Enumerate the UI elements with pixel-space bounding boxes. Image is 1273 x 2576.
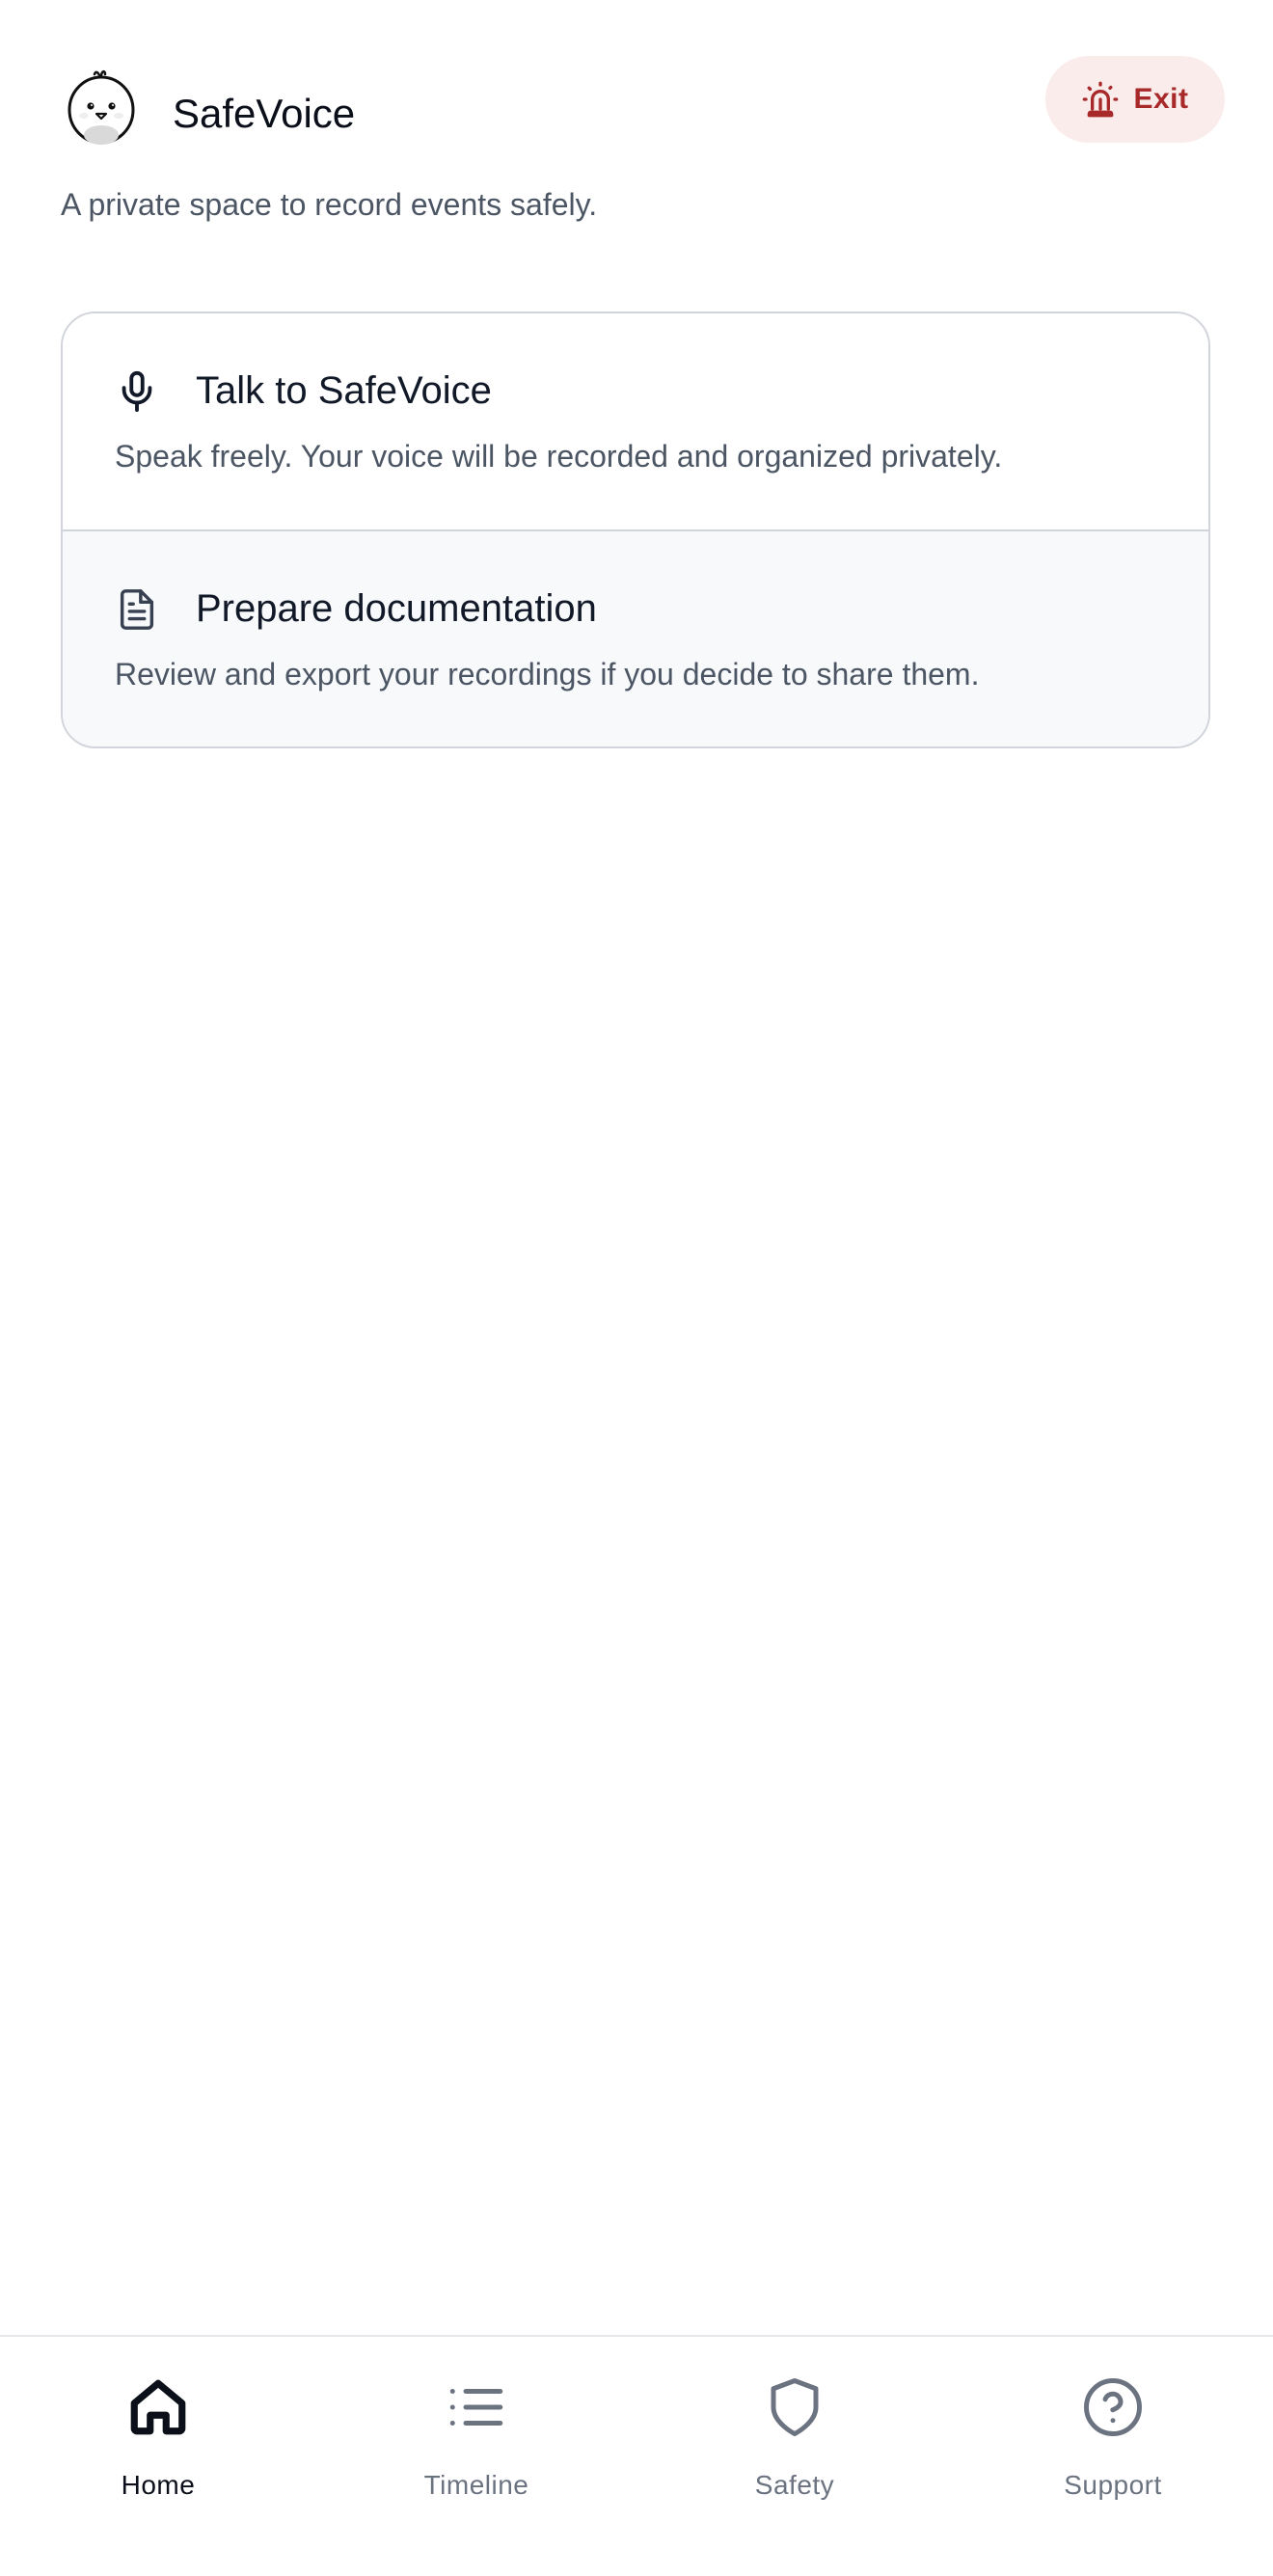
chick-mascot-logo — [68, 69, 135, 145]
alarm-siren-icon — [1083, 81, 1119, 118]
action-title: Prepare documentation — [196, 587, 597, 630]
action-description: Speak freely. Your voice will be recorde… — [115, 439, 1003, 474]
document-icon — [120, 589, 154, 630]
app-subtitle: A private space to record events safely. — [61, 187, 598, 222]
actions-card: Talk to SafeVoice Speak freely. Your voi… — [61, 312, 1210, 748]
app-title: SafeVoice — [173, 91, 356, 136]
nav-label: Safety — [754, 2470, 835, 2500]
exit-button[interactable]: Exit — [1045, 56, 1225, 143]
list-icon — [449, 2389, 503, 2426]
nav-home[interactable]: Home — [52, 2375, 264, 2510]
action-description: Review and export your recordings if you… — [115, 657, 980, 691]
nav-timeline[interactable]: Timeline — [370, 2375, 582, 2510]
help-circle-icon — [1084, 2378, 1142, 2436]
nav-label: Support — [1064, 2470, 1162, 2500]
microphone-icon — [122, 370, 152, 413]
home-icon — [130, 2379, 186, 2435]
shield-icon — [771, 2378, 819, 2436]
exit-label: Exit — [1133, 83, 1189, 115]
app-header: SafeVoice Exit — [61, 56, 1225, 162]
action-title: Talk to SafeVoice — [196, 369, 492, 412]
home-screen: SafeVoice Exit A private space to record… — [0, 0, 1273, 2576]
nav-safety[interactable]: Safety — [689, 2375, 901, 2510]
nav-label: Timeline — [423, 2470, 529, 2500]
nav-label: Home — [121, 2470, 196, 2500]
nav-support[interactable]: Support — [1007, 2375, 1219, 2510]
bottom-navigation: Home Timeline Safety Support — [0, 2335, 1273, 2576]
talk-to-safevoice-action[interactable]: Talk to SafeVoice Speak freely. Your voi… — [63, 313, 1208, 531]
prepare-documentation-action[interactable]: Prepare documentation Review and export … — [63, 531, 1208, 746]
